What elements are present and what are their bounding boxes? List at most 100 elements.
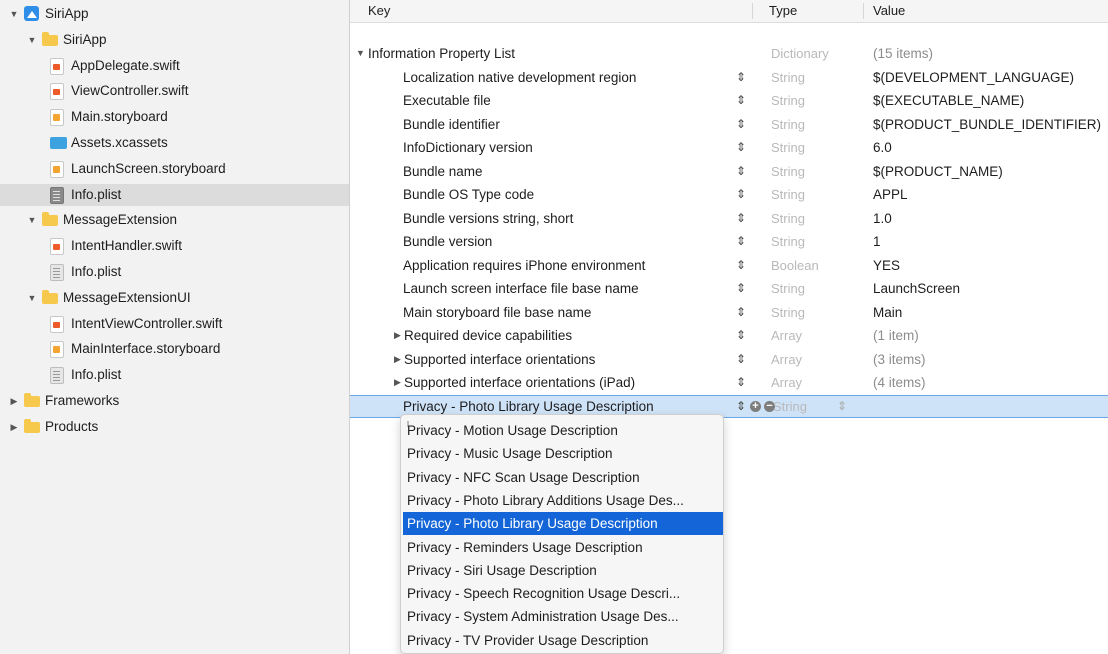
plist-value[interactable]: (15 items) [873, 42, 933, 65]
plist-row[interactable]: Executable file ⇕ String $(EXECUTABLE_NAME) [350, 89, 1108, 112]
disclosure-closed-icon[interactable]: ▶ [394, 371, 401, 394]
dropdown-option[interactable]: Privacy - Photo Library Usage Descriptio… [403, 512, 723, 536]
plist-type[interactable]: Dictionary [771, 42, 829, 65]
navigator-item[interactable]: MainInterface.storyboard [0, 338, 349, 360]
disclosure-open-icon[interactable]: ▼ [8, 3, 20, 25]
navigator-item[interactable]: IntentHandler.swift [0, 235, 349, 257]
key-stepper-icon[interactable]: ⇕ [735, 183, 747, 206]
disclosure-closed-icon[interactable]: ▶ [394, 348, 401, 371]
key-stepper-icon[interactable]: ⇕ [735, 160, 747, 183]
plist-type[interactable]: String [771, 66, 805, 89]
navigator-item[interactable]: ▼ SiriApp [0, 29, 349, 51]
navigator-item[interactable]: Info.plist [0, 183, 349, 206]
key-stepper-icon[interactable]: ⇕ [735, 371, 747, 394]
value-column-header[interactable]: Value [873, 0, 905, 22]
plist-value[interactable]: $(EXECUTABLE_NAME) [873, 89, 1024, 112]
plist-value[interactable]: $(PRODUCT_NAME) [873, 160, 1003, 183]
plist-row[interactable]: ▶ Supported interface orientations (iPad)… [350, 371, 1108, 394]
disclosure-closed-icon[interactable]: ▶ [8, 416, 20, 438]
key-column-header[interactable]: Key [368, 0, 390, 22]
key-suggestion-dropdown[interactable]: Privacy - Motion Usage Description Privac… [400, 414, 724, 654]
navigator-item[interactable]: ▼ SiriApp [0, 3, 349, 25]
plist-value[interactable]: 6.0 [873, 136, 892, 159]
key-stepper-icon[interactable]: ⇕ [735, 396, 747, 417]
plist-row[interactable]: Main storyboard file base name ⇕ String Mai… [350, 301, 1108, 324]
key-stepper-icon[interactable]: ⇕ [735, 254, 747, 277]
navigator-item[interactable]: LaunchScreen.storyboard [0, 158, 349, 180]
disclosure-open-icon[interactable]: ▼ [26, 209, 38, 231]
plist-row[interactable]: ▶ Supported interface orientations ⇕ Array (… [350, 348, 1108, 371]
plist-row[interactable]: Bundle OS Type code ⇕ String APPL [350, 183, 1108, 206]
plist-row[interactable]: Bundle name ⇕ String $(PRODUCT_NAME) [350, 160, 1108, 183]
navigator-item[interactable]: ▼ MessageExtensionUI [0, 287, 349, 309]
key-stepper-icon[interactable]: ⇕ [735, 348, 747, 371]
type-stepper-icon[interactable]: ⇕ [837, 396, 847, 417]
plist-value[interactable]: (4 items) [873, 371, 926, 394]
navigator-item[interactable]: Info.plist [0, 364, 349, 386]
dropdown-option[interactable]: Privacy - Speech Recognition Usage Descr… [403, 582, 723, 605]
plist-value[interactable]: (3 items) [873, 348, 926, 371]
plist-value[interactable]: LaunchScreen [873, 277, 960, 300]
plist-type[interactable]: String [771, 277, 805, 300]
plist-value[interactable]: 1 [873, 230, 881, 253]
dropdown-option[interactable]: Privacy - Photo Library Additions Usage … [403, 489, 723, 512]
plist-type[interactable]: String [771, 183, 805, 206]
plist-value[interactable]: 1.0 [873, 207, 892, 230]
plist-row[interactable]: Bundle versions string, short ⇕ String 1.0 [350, 207, 1108, 230]
key-stepper-icon[interactable]: ⇕ [735, 136, 747, 159]
plist-row[interactable]: InfoDictionary version ⇕ String 6.0 [350, 136, 1108, 159]
key-stepper-icon[interactable]: ⇕ [735, 113, 747, 136]
plist-type[interactable]: String [771, 207, 805, 230]
plist-value[interactable]: YES [873, 254, 900, 277]
dropdown-option[interactable]: Privacy - System Administration Usage De… [403, 605, 723, 628]
dropdown-option[interactable]: Privacy - Motion Usage Description [403, 419, 723, 442]
dropdown-option[interactable]: Privacy - Siri Usage Description [403, 559, 723, 582]
plist-type[interactable]: Boolean [771, 254, 819, 277]
plist-value[interactable]: APPL [873, 183, 908, 206]
dropdown-option[interactable]: Privacy - Music Usage Description [403, 442, 723, 465]
plist-row[interactable]: Bundle version ⇕ String 1 [350, 230, 1108, 253]
plist-type[interactable]: String [771, 160, 805, 183]
plist-value[interactable]: Main [873, 301, 902, 324]
plist-row[interactable]: Bundle identifier ⇕ String $(PRODUCT_BUNDLE… [350, 113, 1108, 136]
key-stepper-icon[interactable]: ⇕ [735, 207, 747, 230]
navigator-item[interactable]: Main.storyboard [0, 106, 349, 128]
plist-type[interactable]: String [771, 230, 805, 253]
dropdown-option[interactable]: Privacy - NFC Scan Usage Description [403, 466, 723, 489]
plist-type[interactable]: String [771, 89, 805, 112]
plist-type[interactable]: String [771, 113, 805, 136]
plist-row[interactable]: ▼ Information Property List Dictionary (15 … [350, 42, 1108, 65]
key-stepper-icon[interactable]: ⇕ [735, 230, 747, 253]
plist-type[interactable]: String [773, 396, 807, 417]
plist-type[interactable]: Array [771, 371, 802, 394]
plist-value[interactable]: $(PRODUCT_BUNDLE_IDENTIFIER) [873, 113, 1101, 136]
key-stepper-icon[interactable]: ⇕ [735, 324, 747, 347]
navigator-item[interactable]: AppDelegate.swift [0, 55, 349, 77]
type-column-header[interactable]: Type [769, 0, 797, 22]
navigator-item[interactable]: Assets.xcassets [0, 132, 349, 154]
navigator-item[interactable]: ▼ MessageExtension [0, 209, 349, 231]
disclosure-closed-icon[interactable]: ▶ [394, 324, 401, 347]
navigator-item[interactable]: Info.plist [0, 261, 349, 283]
plist-value[interactable]: $(DEVELOPMENT_LANGUAGE) [873, 66, 1074, 89]
navigator-item[interactable]: ▶ Products [0, 416, 349, 438]
plist-row[interactable]: ▶ Required device capabilities ⇕ Array (1 it… [350, 324, 1108, 347]
plist-row[interactable]: Application requires iPhone environment ⇕… [350, 254, 1108, 277]
plist-value[interactable]: (1 item) [873, 324, 919, 347]
add-row-icon[interactable]: + [750, 400, 761, 412]
plist-type[interactable]: Array [771, 348, 802, 371]
dropdown-option[interactable]: Privacy - Reminders Usage Description [403, 536, 723, 559]
disclosure-open-icon[interactable]: ▼ [26, 287, 38, 309]
plist-type[interactable]: String [771, 301, 805, 324]
navigator-item[interactable]: ▶ Frameworks [0, 390, 349, 412]
disclosure-open-icon[interactable]: ▼ [26, 29, 38, 51]
plist-row[interactable]: Localization native development region ⇕ S… [350, 66, 1108, 89]
key-stepper-icon[interactable]: ⇕ [735, 277, 747, 300]
dropdown-option[interactable]: Privacy - TV Provider Usage Description [403, 629, 723, 652]
plist-type[interactable]: Array [771, 324, 802, 347]
key-stepper-icon[interactable]: ⇕ [735, 66, 747, 89]
disclosure-open-icon[interactable]: ▼ [356, 42, 365, 65]
navigator-item[interactable]: IntentViewController.swift [0, 313, 349, 335]
key-stepper-icon[interactable]: ⇕ [735, 301, 747, 324]
plist-type[interactable]: String [771, 136, 805, 159]
